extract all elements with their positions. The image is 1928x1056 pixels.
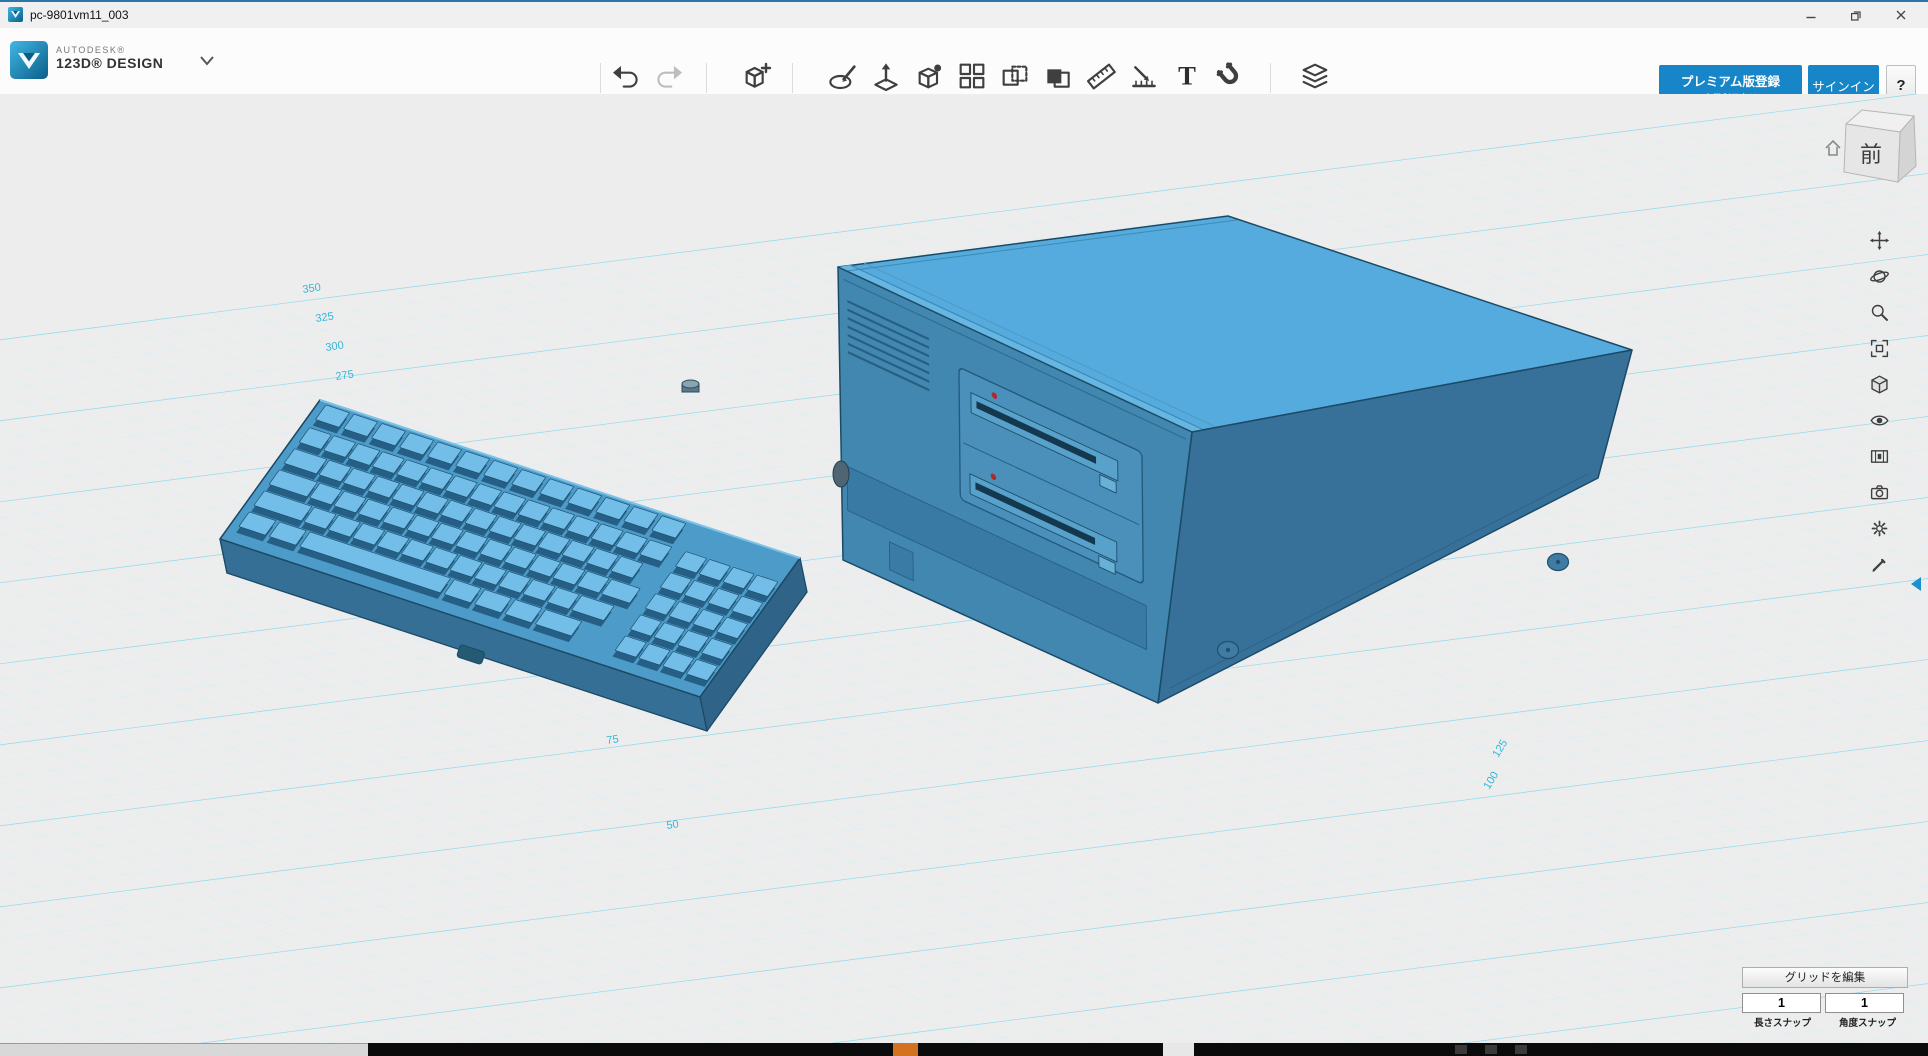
materials-button[interactable] bbox=[1864, 442, 1894, 471]
length-snap-label: 長さスナップ bbox=[1742, 1015, 1823, 1029]
taskbar-app-orange[interactable] bbox=[893, 1043, 918, 1056]
align-icon bbox=[1128, 60, 1160, 92]
grid-settings-panel: グリッドを編集 長さスナップ 角度スナップ bbox=[1742, 967, 1908, 1029]
fit-icon bbox=[1869, 338, 1890, 359]
grid-axis-label: 325 bbox=[315, 311, 335, 325]
snapshot-icon bbox=[1869, 482, 1890, 503]
measure-icon bbox=[1085, 60, 1117, 92]
undo-button[interactable] bbox=[611, 60, 643, 92]
align-button[interactable] bbox=[1128, 60, 1160, 92]
viewport-canvas[interactable]: 3503253002757550125100 bbox=[0, 94, 1928, 1043]
close-button[interactable] bbox=[1878, 2, 1923, 28]
title-bar[interactable]: pc-9801vm11_003 bbox=[0, 2, 1928, 29]
modify-icon bbox=[913, 60, 945, 92]
settings-button[interactable] bbox=[1864, 514, 1894, 543]
orbit-button[interactable] bbox=[1864, 262, 1894, 291]
app-logo-icon bbox=[10, 41, 48, 79]
grouping-icon bbox=[999, 60, 1031, 92]
toolbar-separator bbox=[1270, 63, 1271, 93]
snap-icon bbox=[1214, 60, 1246, 92]
premium-upgrade-label: プレミアム版登録 bbox=[1659, 71, 1802, 90]
undo-icon bbox=[611, 60, 643, 92]
toolbar-separator bbox=[706, 63, 707, 93]
main-menu-chevron-icon[interactable] bbox=[198, 54, 216, 68]
home-icon[interactable] bbox=[1826, 141, 1840, 155]
case-side-dial bbox=[833, 461, 849, 487]
taskbar-app-light[interactable] bbox=[1163, 1043, 1194, 1056]
pattern-button[interactable] bbox=[956, 60, 988, 92]
grid-axis-label: 350 bbox=[302, 282, 322, 296]
toolbar-separator bbox=[792, 63, 793, 93]
text-button[interactable] bbox=[1171, 60, 1203, 92]
grid-axis-label: 75 bbox=[606, 733, 620, 747]
construct-button[interactable] bbox=[870, 60, 902, 92]
brand-autodesk: AUTODESK® bbox=[56, 45, 163, 55]
restore-icon bbox=[1850, 9, 1862, 21]
shading-button[interactable] bbox=[1864, 370, 1894, 399]
navigation-rail bbox=[1859, 226, 1899, 579]
shading-icon bbox=[1869, 374, 1890, 395]
snapshot-button[interactable] bbox=[1864, 478, 1894, 507]
annotate-button[interactable] bbox=[1864, 550, 1894, 579]
panel-collapse-arrow-icon[interactable] bbox=[1911, 577, 1921, 591]
edit-grid-button[interactable]: グリッドを編集 bbox=[1742, 967, 1908, 988]
primitives-button[interactable] bbox=[740, 60, 772, 92]
taskbar[interactable] bbox=[0, 1043, 1928, 1056]
redo-icon bbox=[652, 60, 684, 92]
grid-axis-label: 50 bbox=[666, 818, 680, 832]
grouping-button[interactable] bbox=[999, 60, 1031, 92]
minimize-button[interactable] bbox=[1788, 2, 1833, 28]
app-icon bbox=[8, 7, 23, 22]
window-title: pc-9801vm11_003 bbox=[30, 8, 129, 22]
measure-button[interactable] bbox=[1085, 60, 1117, 92]
modify-button[interactable] bbox=[913, 60, 945, 92]
fit-button[interactable] bbox=[1864, 334, 1894, 363]
zoom-button[interactable] bbox=[1864, 298, 1894, 327]
pattern-icon bbox=[956, 60, 988, 92]
angle-snap-label: 角度スナップ bbox=[1827, 1015, 1908, 1029]
main-toolbar: AUTODESK® 123D® DESIGN プレミアム版登録 (商業利用向け)… bbox=[0, 28, 1928, 95]
visibility-icon bbox=[1869, 410, 1890, 431]
material-button[interactable] bbox=[1299, 60, 1331, 92]
brand-block: AUTODESK® 123D® DESIGN bbox=[56, 45, 163, 71]
restore-button[interactable] bbox=[1833, 2, 1878, 28]
viewport: 3503253002757550125100 bbox=[0, 94, 1928, 1043]
settings-icon bbox=[1869, 518, 1890, 539]
sign-in-label: サインイン bbox=[1812, 76, 1875, 95]
length-snap-input[interactable] bbox=[1742, 993, 1821, 1013]
redo-button bbox=[652, 60, 684, 92]
pan-icon bbox=[1869, 230, 1890, 251]
primitives-icon bbox=[740, 60, 772, 92]
close-icon bbox=[1895, 9, 1907, 21]
orbit-icon bbox=[1869, 266, 1890, 287]
toolbar-separator bbox=[600, 63, 601, 93]
view-cube[interactable]: 前 bbox=[1822, 96, 1922, 196]
annotate-icon bbox=[1869, 554, 1890, 575]
taskbar-left-segment[interactable] bbox=[0, 1043, 368, 1056]
zoom-icon bbox=[1869, 302, 1890, 323]
sketch-icon bbox=[827, 60, 859, 92]
angle-snap-input[interactable] bbox=[1825, 993, 1904, 1013]
material-icon bbox=[1299, 60, 1331, 92]
grid-axis-label: 300 bbox=[325, 340, 345, 354]
taskbar-tray-icon[interactable] bbox=[1485, 1045, 1497, 1054]
snap-button[interactable] bbox=[1214, 60, 1246, 92]
view-cube-front-label: 前 bbox=[1860, 142, 1882, 167]
sketch-button[interactable] bbox=[827, 60, 859, 92]
grid-axis-label: 275 bbox=[335, 369, 355, 383]
pan-button[interactable] bbox=[1864, 226, 1894, 255]
taskbar-tray-icon[interactable] bbox=[1515, 1045, 1527, 1054]
help-label: ? bbox=[1896, 77, 1905, 94]
brand-123d-design: 123D® DESIGN bbox=[56, 55, 163, 71]
combine-icon bbox=[1042, 60, 1074, 92]
visibility-button[interactable] bbox=[1864, 406, 1894, 435]
taskbar-tray-icon[interactable] bbox=[1455, 1045, 1467, 1054]
combine-button[interactable] bbox=[1042, 60, 1074, 92]
materials-icon bbox=[1869, 446, 1890, 467]
text-icon bbox=[1171, 60, 1203, 92]
model-small-knob[interactable] bbox=[682, 380, 699, 392]
construct-icon bbox=[870, 60, 902, 92]
